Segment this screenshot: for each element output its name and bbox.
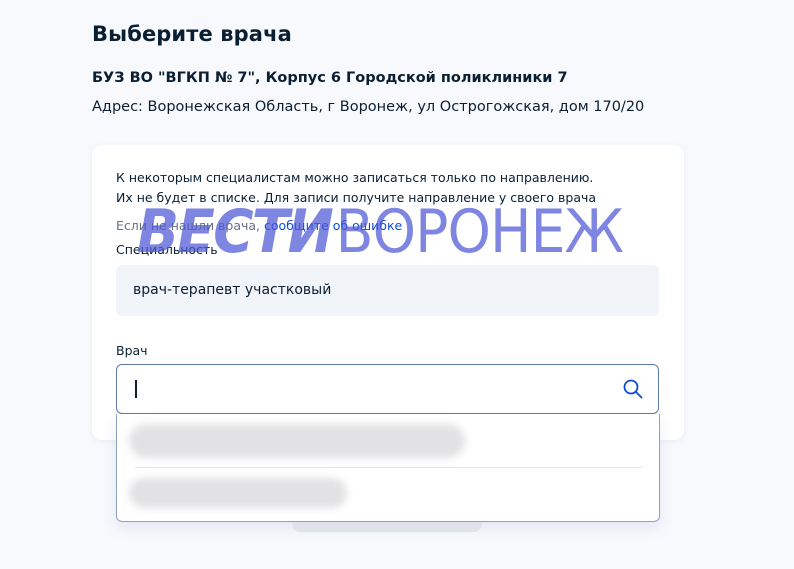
specialty-label: Специальность <box>116 242 218 257</box>
doctor-dropdown-list <box>116 414 660 522</box>
report-error-link[interactable]: сообщите об ошибке <box>264 218 402 233</box>
report-error-line: Если не нашли врача, сообщите об ошибке <box>116 218 402 233</box>
blurred-doctor-name <box>129 424 465 458</box>
report-error-prefix: Если не нашли врача, <box>116 218 265 233</box>
blurred-doctor-name <box>129 478 347 508</box>
doctor-option[interactable] <box>117 468 659 520</box>
referral-notice-line-2: Их не будет в списке. Для записи получит… <box>116 190 597 205</box>
referral-notice-line-1: К некоторым специалистам можно записатьс… <box>116 170 594 185</box>
specialty-value: врач-терапевт участковый <box>133 282 332 298</box>
hidden-continue-button[interactable] <box>292 522 482 532</box>
search-icon[interactable] <box>622 378 644 400</box>
clinic-address: Адрес: Воронежская Область, г Воронеж, у… <box>92 99 645 115</box>
doctor-search-input[interactable] <box>129 373 621 405</box>
clinic-name: БУЗ ВО "ВГКП № 7", Корпус 6 Городской по… <box>92 70 568 86</box>
page-title: Выберите врача <box>92 22 292 46</box>
doctor-option[interactable] <box>117 414 659 466</box>
doctor-label: Врач <box>116 343 148 358</box>
doctor-search-field[interactable] <box>116 364 659 414</box>
specialty-select[interactable]: врач-терапевт участковый <box>116 265 659 316</box>
text-caret <box>135 380 137 398</box>
